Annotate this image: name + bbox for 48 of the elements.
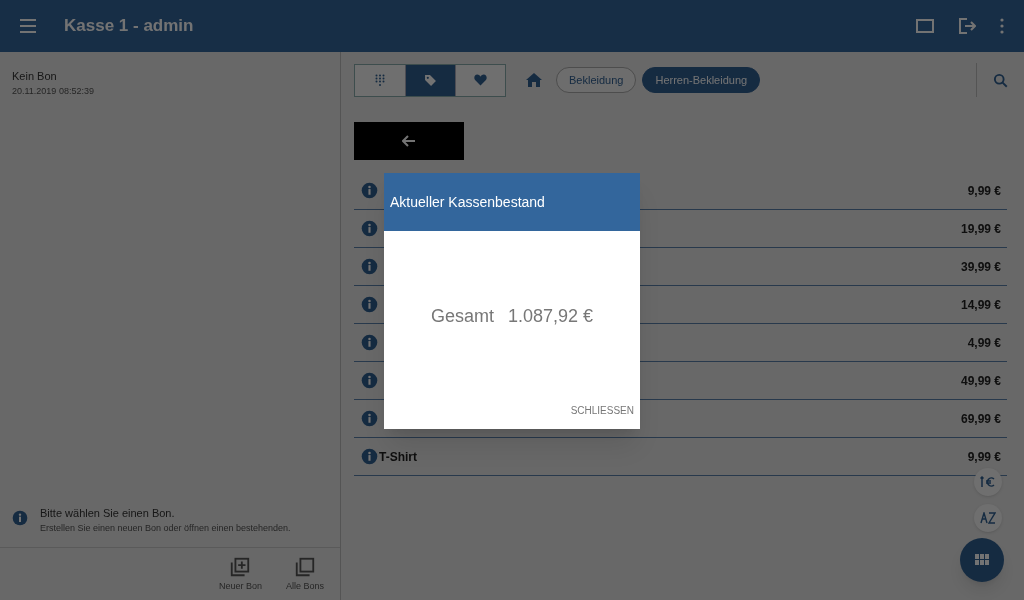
search-icon[interactable] — [993, 72, 1008, 88]
name-sort-button[interactable] — [974, 504, 1002, 532]
dialog-title: Aktueller Kassenbestand — [390, 192, 545, 212]
app-title: Kasse 1 - admin — [64, 15, 194, 38]
breadcrumb-chip[interactable]: Herren-Bekleidung — [642, 67, 761, 93]
add-stack-icon — [229, 556, 252, 578]
product-price: 9,99 € — [967, 448, 1001, 466]
info-icon — [361, 372, 378, 389]
product-price: 49,99 € — [960, 372, 1001, 390]
price-sort-button[interactable] — [974, 468, 1002, 496]
product-price: 39,99 € — [960, 258, 1001, 276]
message-title: Bitte wählen Sie einen Bon. — [40, 506, 176, 521]
close-button[interactable]: SCHLIESSEN — [570, 403, 634, 418]
info-icon — [361, 410, 378, 427]
product-price: 4,99 € — [967, 334, 1001, 352]
info-icon — [361, 296, 378, 313]
product-name: T-Shirt — [379, 448, 417, 466]
grid-icon — [975, 554, 989, 566]
exit-icon[interactable] — [958, 18, 976, 34]
keypad-icon — [375, 74, 385, 86]
breadcrumb-chip[interactable]: Bekleidung — [556, 67, 637, 93]
info-icon — [361, 258, 378, 275]
grid-fab[interactable] — [960, 538, 1004, 582]
tablet-icon[interactable] — [916, 19, 934, 33]
sort-price-icon — [980, 476, 996, 488]
bon-title: Kein Bon — [12, 69, 58, 84]
tag-icon — [424, 73, 437, 87]
product-price: 14,99 € — [960, 296, 1001, 314]
mode-tab[interactable] — [405, 64, 455, 96]
info-icon — [361, 334, 378, 351]
product-price: 19,99 € — [960, 220, 1001, 238]
menu-icon[interactable] — [20, 19, 36, 33]
heart-icon — [474, 74, 487, 86]
sort-alpha-icon — [980, 512, 996, 524]
info-icon — [361, 448, 378, 465]
mode-tab[interactable] — [355, 64, 405, 96]
bon-date: 20.11.2019 08:52:39 — [12, 84, 95, 98]
product-price: 69,99 € — [960, 410, 1001, 428]
info-icon — [361, 220, 378, 237]
mode-tab[interactable] — [455, 64, 505, 96]
bon-action-button[interactable]: Neuer Bon — [218, 556, 262, 600]
info-icon — [361, 182, 378, 199]
home-icon[interactable] — [526, 73, 542, 87]
arrow-left-icon — [402, 135, 416, 147]
product-price: 9,99 € — [967, 182, 1001, 200]
info-icon — [12, 510, 28, 526]
more-icon[interactable] — [1000, 18, 1004, 34]
stack-icon — [294, 556, 316, 578]
